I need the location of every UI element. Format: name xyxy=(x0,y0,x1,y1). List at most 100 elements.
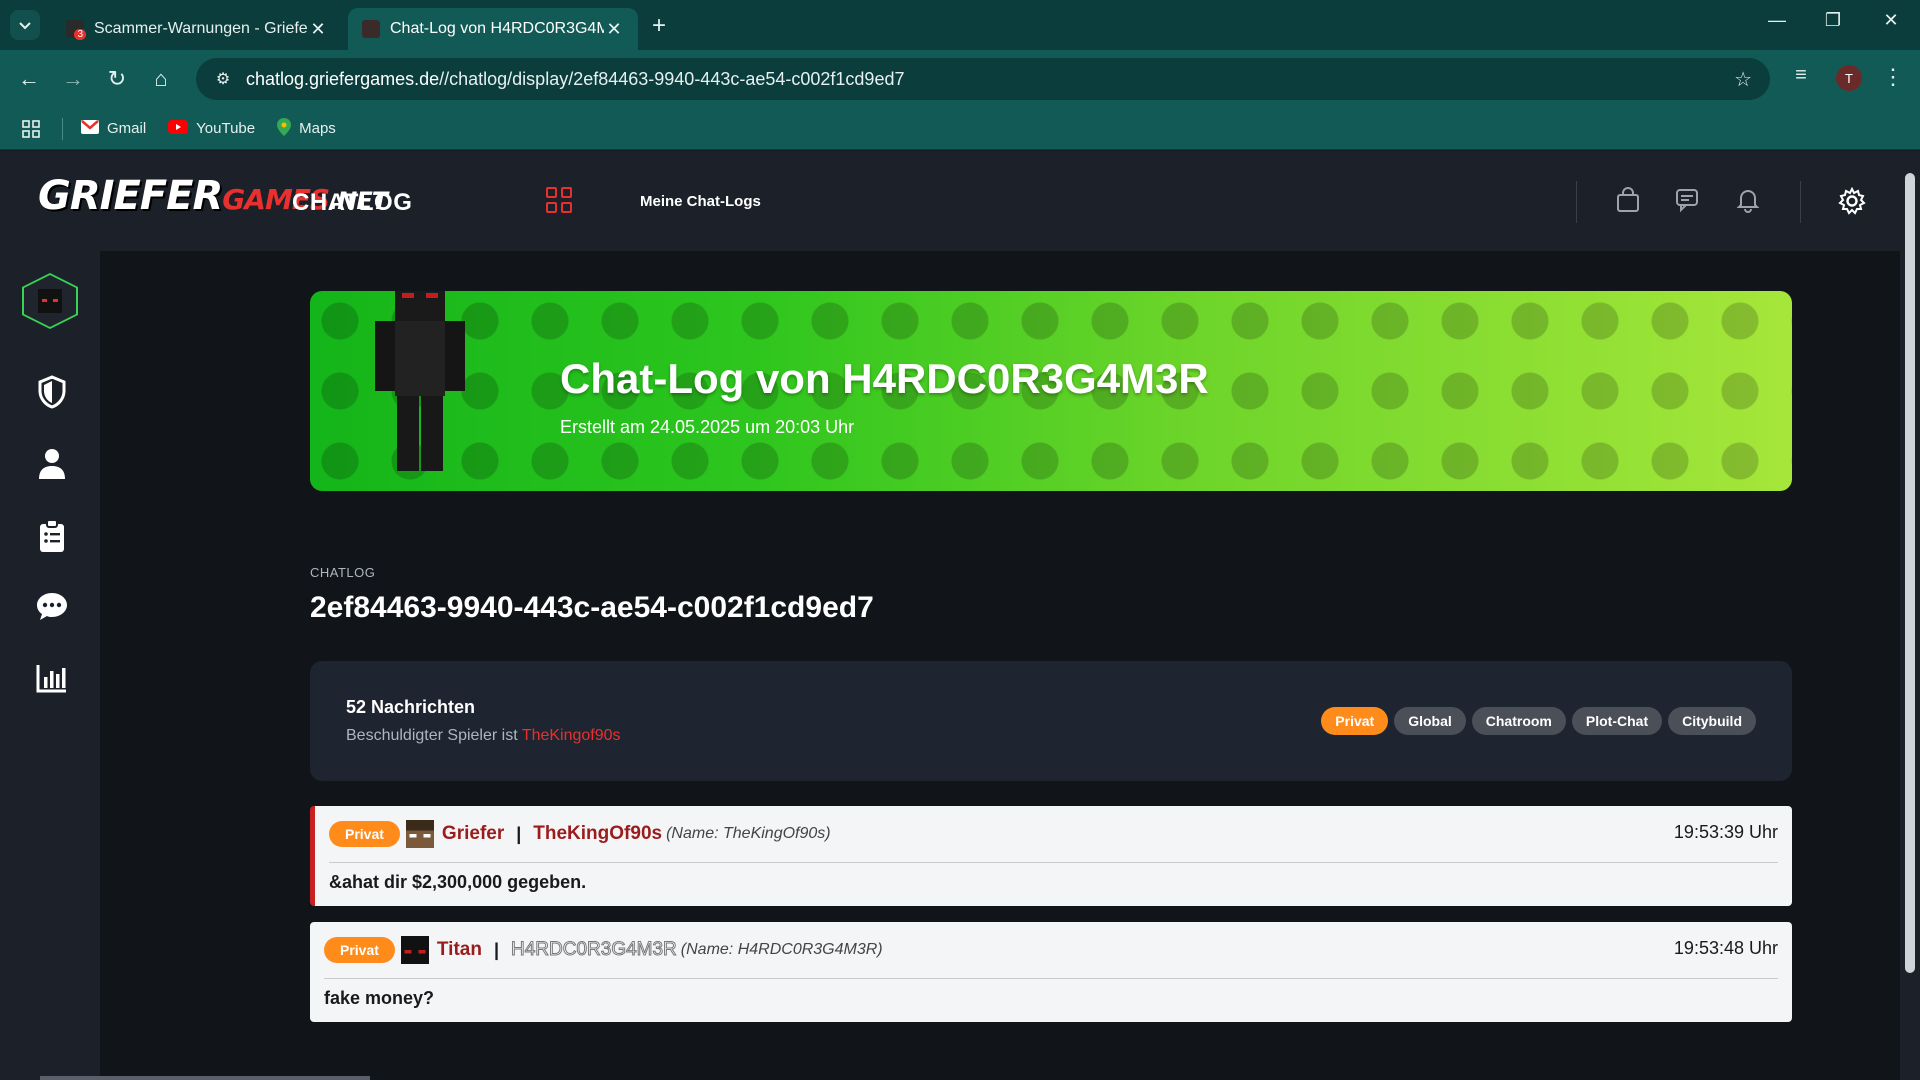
minimize-icon[interactable]: — xyxy=(1762,10,1792,31)
header-divider xyxy=(1576,181,1577,223)
section-label: CHATLOG xyxy=(310,565,376,580)
sidebar xyxy=(0,251,100,1080)
close-tab-icon[interactable]: ✕ xyxy=(604,19,624,40)
banner-created-date: Erstellt am 24.05.2025 um 20:03 Uhr xyxy=(560,417,855,437)
url-text: chatlog.griefergames.de//chatlog/display… xyxy=(246,69,904,90)
bookmark-label: Maps xyxy=(299,120,336,137)
message-divider xyxy=(329,862,1778,863)
browser-toolbar: ← → ↻ ⌂ ⚙ chatlog.griefergames.de//chatl… xyxy=(0,50,1920,108)
home-icon[interactable]: ⌂ xyxy=(146,66,176,92)
scrollbar-thumb[interactable] xyxy=(1905,173,1915,973)
reload-icon[interactable]: ↻ xyxy=(102,66,132,92)
chat-icon[interactable] xyxy=(1674,187,1702,215)
player-rank: Titan xyxy=(436,939,482,960)
player-name[interactable]: TheKingOf90s xyxy=(533,823,662,845)
filter-chatroom[interactable]: Chatroom xyxy=(1471,707,1566,735)
tab-title: Scammer-Warnungen - GrieferGames xyxy=(94,20,308,37)
player-head-icon xyxy=(405,820,434,848)
chatlog-banner: Chat-Log von H4RDC0R3G4M3R Erstellt am 2… xyxy=(310,291,1792,491)
apps-grid-icon[interactable] xyxy=(546,187,572,213)
chatlog-id: 2ef84463-9940-443c-ae54-c002f1cd9ed7 xyxy=(310,591,874,624)
bookmarks-divider xyxy=(62,117,63,140)
message-count: 52 Nachrichten xyxy=(346,697,476,717)
player-head-icon xyxy=(400,936,429,964)
user-icon[interactable] xyxy=(34,447,70,483)
message-text: fake money? xyxy=(324,988,435,1008)
player-skin-image xyxy=(375,291,465,471)
bookmark-gmail[interactable]: Gmail xyxy=(81,119,147,138)
message-header: Privat Griefer | TheKingOf90s (Name: The… xyxy=(329,820,831,848)
close-window-icon[interactable]: ✕ xyxy=(1876,10,1906,31)
shield-icon[interactable] xyxy=(34,375,70,411)
chat-message: Privat Titan | H4RDC0R3G4M3R (Name: H4RD… xyxy=(310,922,1792,1022)
back-icon[interactable]: ← xyxy=(14,66,44,92)
media-control-icon[interactable]: ≡ xyxy=(1786,64,1816,87)
message-header: Privat Titan | H4RDC0R3G4M3R (Name: H4RD… xyxy=(324,936,883,964)
banner-title: Chat-Log von H4RDC0R3G4M3R xyxy=(560,355,1209,402)
shopping-bag-icon[interactable] xyxy=(1614,187,1642,215)
separator: | xyxy=(516,823,522,844)
bell-icon[interactable] xyxy=(1734,187,1762,215)
filter-plot-chat[interactable]: Plot-Chat xyxy=(1571,707,1663,735)
tab-title: Chat-Log von H4RDC0R3G4M3R xyxy=(390,20,604,37)
chatlog-info-card: 52 Nachrichten Beschuldigter Spieler ist… xyxy=(310,661,1792,781)
new-tab-button[interactable]: + xyxy=(652,12,666,40)
youtube-icon xyxy=(168,119,189,138)
message-divider xyxy=(324,978,1778,979)
accused-prefix: Beschuldigter Spieler ist xyxy=(346,727,518,744)
player-real-name: (Name: H4RDC0R3G4M3R) xyxy=(680,941,883,958)
apps-grid-icon[interactable] xyxy=(22,119,40,138)
forward-icon[interactable]: → xyxy=(58,66,88,92)
my-chatlogs-link[interactable]: Meine Chat-Logs xyxy=(640,193,761,210)
message-time: 19:53:48 Uhr xyxy=(1673,938,1778,958)
maps-icon xyxy=(277,117,292,140)
bookmark-label: Gmail xyxy=(107,120,147,137)
profile-avatar[interactable]: T xyxy=(1836,65,1862,91)
page-scrollbar[interactable] xyxy=(1900,151,1920,1080)
tab-scammer-warnungen[interactable]: 3 Scammer-Warnungen - GrieferGames ✕ xyxy=(52,8,342,50)
bookmarks-bar: Gmail YouTube Maps xyxy=(0,108,1920,150)
message-time: 19:53:39 Uhr xyxy=(1673,822,1778,842)
bookmark-youtube[interactable]: YouTube xyxy=(168,119,256,138)
griefergames-favicon-icon xyxy=(362,20,380,38)
player-real-name: (Name: TheKingOf90s) xyxy=(666,825,831,842)
message-text: &ahat dir $2,300,000 gegeben. xyxy=(329,872,587,892)
gmail-icon xyxy=(81,119,99,138)
bookmark-star-icon[interactable]: ☆ xyxy=(1734,67,1752,92)
browser-tab-bar: 3 Scammer-Warnungen - GrieferGames ✕ Cha… xyxy=(0,0,1920,50)
bookmark-label: YouTube xyxy=(196,120,256,137)
address-bar[interactable]: ⚙ chatlog.griefergames.de//chatlog/displ… xyxy=(196,58,1770,100)
main-content: Chat-Log von H4RDC0R3G4M3R Erstellt am 2… xyxy=(100,251,1900,1080)
accused-player-line: Beschuldigter Spieler ist TheKingof90s xyxy=(346,727,621,745)
player-name[interactable]: H4RDC0R3G4M3R xyxy=(511,939,678,961)
clipboard-icon[interactable] xyxy=(34,519,70,555)
tab-search-button[interactable] xyxy=(10,10,40,40)
menu-kebab-icon[interactable]: ⋮ xyxy=(1878,64,1908,90)
player-rank: Griefer xyxy=(441,823,505,844)
message-channel-tag: Privat xyxy=(324,937,395,963)
filter-citybuild[interactable]: Citybuild xyxy=(1668,707,1756,735)
griefergames-favicon-icon: 3 xyxy=(66,20,86,40)
tab-chat-log[interactable]: Chat-Log von H4RDC0R3G4M3R ✕ xyxy=(348,8,638,50)
chat-bubble-icon[interactable] xyxy=(34,591,70,627)
gear-icon[interactable] xyxy=(1838,186,1866,215)
filter-global[interactable]: Global xyxy=(1394,707,1466,735)
message-channel-tag: Privat xyxy=(329,821,400,847)
bookmark-maps[interactable]: Maps xyxy=(277,117,336,140)
chat-message: Privat Griefer | TheKingOf90s (Name: The… xyxy=(310,806,1792,906)
statistics-chart-icon[interactable] xyxy=(34,663,70,699)
accused-player-link[interactable]: TheKingof90s xyxy=(522,727,621,744)
url-path: //chatlog/display/2ef84463-9940-443c-ae5… xyxy=(439,68,905,89)
tab-badge: 3 xyxy=(74,29,86,40)
separator: | xyxy=(493,939,500,960)
filter-privat[interactable]: Privat xyxy=(1321,707,1389,735)
site-header: GRIEFERGAMES.NET CHATLOG Meine Chat-Logs xyxy=(0,151,1900,251)
header-divider xyxy=(1800,181,1801,223)
chevron-down-icon xyxy=(19,22,31,30)
site-info-icon[interactable]: ⚙ xyxy=(208,69,238,89)
page-section-title: CHATLOG xyxy=(292,189,413,216)
horizontal-scrollbar[interactable] xyxy=(40,1076,370,1080)
close-tab-icon[interactable]: ✕ xyxy=(308,19,328,40)
restore-icon[interactable]: ❐ xyxy=(1818,10,1848,31)
logo-text: GRIEFER xyxy=(38,173,223,219)
